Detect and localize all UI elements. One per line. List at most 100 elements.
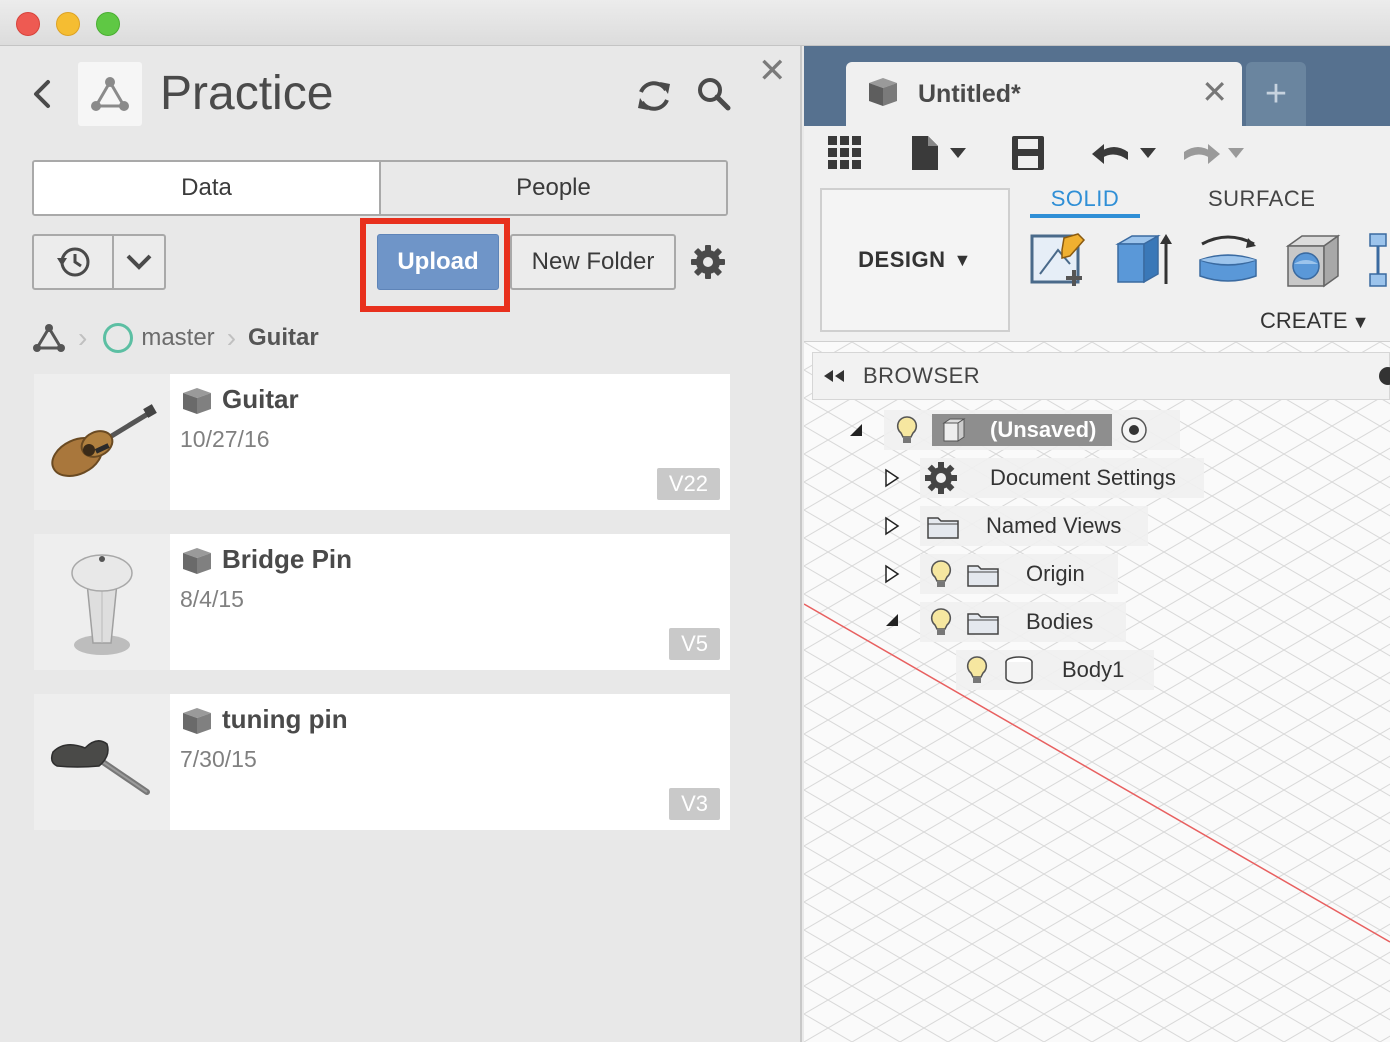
design-cube-icon [183, 388, 211, 414]
workspace-switcher[interactable]: DESIGN ▼ [820, 188, 1010, 332]
design-date: 10/27/16 [180, 426, 270, 452]
lightbulb-icon[interactable] [930, 607, 952, 637]
create-sketch-icon[interactable] [1028, 230, 1088, 292]
toolbar-ribbon: DESIGN ▼ SOLID SURFACE CREATE ▼ [804, 182, 1390, 342]
create-menu[interactable]: CREATE ▼ [1260, 308, 1369, 334]
history-button-group [32, 234, 166, 290]
breadcrumb: › master › Guitar [32, 318, 319, 358]
design-date: 7/30/15 [180, 746, 257, 772]
design-cube-icon [183, 548, 211, 574]
chevron-right-icon: › [78, 322, 88, 353]
guitar-thumbnail [34, 374, 170, 510]
history-button[interactable] [34, 236, 114, 288]
design-date: 8/4/15 [180, 586, 244, 612]
design-cube-icon [183, 708, 211, 734]
node-label: Bodies [1026, 609, 1094, 634]
document-title: Untitled* [918, 80, 1021, 108]
quick-access-toolbar [804, 126, 1390, 182]
data-people-toggle: Data People [32, 160, 728, 216]
minimize-browser-icon[interactable] [1379, 367, 1390, 385]
version-badge[interactable]: V5 [669, 628, 720, 660]
zoom-window-button[interactable] [96, 12, 120, 36]
revolve-icon[interactable] [1196, 230, 1260, 292]
search-icon[interactable] [696, 76, 732, 112]
gear-icon [925, 462, 957, 494]
node-label: Body1 [1062, 657, 1125, 682]
expanded-triangle-icon[interactable] [884, 612, 900, 628]
upload-button[interactable]: Upload [377, 234, 499, 290]
body-icon [1005, 656, 1033, 684]
save-icon[interactable] [1010, 134, 1046, 172]
design-name: tuning pin [222, 704, 348, 734]
data-panel-grid-icon[interactable] [826, 134, 864, 172]
close-window-button[interactable] [16, 12, 40, 36]
workspace-label: DESIGN [858, 247, 946, 272]
design-card[interactable]: Bridge Pin 8/4/15 V5 [34, 534, 730, 670]
refresh-icon[interactable] [634, 76, 674, 116]
project-logo-icon [78, 62, 142, 126]
redo-icon[interactable] [1180, 134, 1252, 172]
node-label: Named Views [986, 513, 1122, 538]
version-badge[interactable]: V22 [656, 468, 720, 500]
browser-root-node[interactable]: (Unsaved) [884, 410, 1180, 450]
node-label: Document Settings [990, 465, 1176, 490]
design-card[interactable]: tuning pin 7/30/15 V3 [34, 694, 730, 830]
bridge-pin-thumbnail [34, 534, 170, 670]
design-name: Bridge Pin [222, 544, 353, 574]
lightbulb-icon[interactable] [966, 655, 988, 685]
minimize-window-button[interactable] [56, 12, 80, 36]
breadcrumb-branch[interactable]: master [141, 324, 214, 352]
close-panel-icon[interactable]: ✕ [758, 54, 787, 88]
component-icon [942, 418, 966, 442]
new-folder-button[interactable]: New Folder [510, 234, 676, 290]
tab-people[interactable]: People [379, 162, 726, 214]
new-tab-button[interactable]: + [1246, 62, 1306, 126]
browser-node-named-views[interactable]: Named Views [920, 506, 1148, 546]
extrude-icon[interactable] [1112, 230, 1172, 292]
create-label: CREATE [1260, 308, 1348, 333]
gear-icon[interactable] [690, 244, 726, 280]
design-name: Guitar [222, 384, 299, 414]
browser-node-bodies[interactable]: Bodies [920, 602, 1126, 642]
root-name: (Unsaved) [990, 417, 1097, 442]
browser-node-document-settings[interactable]: Document Settings [920, 458, 1204, 498]
tuning-pin-thumbnail [34, 694, 170, 830]
activate-radio-icon[interactable] [1120, 416, 1148, 444]
collapse-browser-icon[interactable] [823, 369, 845, 383]
collapsed-triangle-icon[interactable] [884, 564, 900, 584]
node-label: Origin [1026, 561, 1085, 586]
tab-surface[interactable]: SURFACE [1208, 186, 1315, 212]
collapsed-triangle-icon[interactable] [884, 468, 900, 488]
fusion-workspace: Untitled* ✕ + DESIGN ▼ SOLID SURFACE CRE… [804, 46, 1390, 1042]
caret-down-icon: ▼ [953, 249, 972, 270]
design-card[interactable]: Guitar 10/27/16 V22 [34, 374, 730, 510]
hub-icon[interactable] [32, 323, 66, 353]
undo-icon[interactable] [1090, 134, 1162, 172]
breadcrumb-current: Guitar [248, 324, 319, 351]
browser-header: BROWSER [812, 352, 1390, 400]
browser-node-origin[interactable]: Origin [920, 554, 1118, 594]
file-menu-icon[interactable] [908, 134, 970, 172]
project-title: Practice [160, 67, 334, 120]
tab-data[interactable]: Data [34, 162, 379, 214]
lightbulb-icon[interactable] [896, 415, 918, 445]
chevron-down-icon [126, 254, 152, 270]
shell-icon[interactable] [1282, 230, 1342, 292]
folder-icon [967, 613, 999, 635]
tab-solid[interactable]: SOLID [1030, 186, 1140, 218]
close-tab-icon[interactable]: ✕ [1201, 76, 1228, 108]
document-tab[interactable]: Untitled* ✕ [846, 62, 1242, 126]
browser-node-body1[interactable]: Body1 [956, 650, 1154, 690]
version-badge[interactable]: V3 [669, 788, 720, 820]
lightbulb-icon[interactable] [930, 559, 952, 589]
history-dropdown-button[interactable] [114, 236, 164, 288]
chevron-right-icon: › [226, 322, 237, 353]
window-titlebar [0, 0, 1390, 46]
expanded-triangle-icon[interactable] [848, 422, 864, 438]
more-tools-icon[interactable] [1366, 230, 1390, 292]
root-component-chip[interactable]: (Unsaved) [932, 414, 1113, 446]
caret-down-icon: ▼ [1351, 312, 1370, 332]
back-arrow-icon[interactable] [30, 76, 52, 112]
history-clock-icon [57, 247, 90, 277]
collapsed-triangle-icon[interactable] [884, 516, 900, 536]
